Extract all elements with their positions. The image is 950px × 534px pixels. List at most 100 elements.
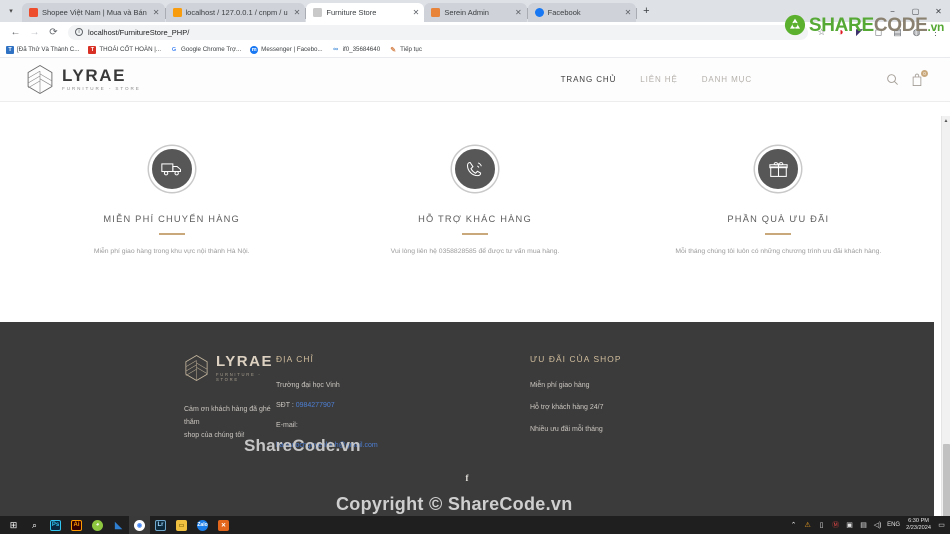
footer-phone-label: SĐT : (276, 402, 296, 409)
orange-app[interactable]: ✕ (213, 516, 234, 534)
bookmark-item[interactable]: ✎ Tiếp tục (389, 46, 422, 54)
feature-title: HỖ TRỢ KHÁC HÀNG (418, 214, 532, 224)
favicon-phpmyadmin (172, 8, 182, 17)
address-bar-url: localhost/FurnitureStore_PHP/ (88, 27, 190, 37)
sidepanel-icon[interactable]: ▤ (889, 24, 906, 41)
footer-email-label: E-mail: (276, 422, 298, 429)
feature-divider (461, 233, 488, 235)
vscode-app[interactable]: ◣ (108, 516, 129, 534)
new-tab-button[interactable]: + (637, 0, 655, 22)
feature-title: PHẦN QUÀ ƯU ĐÃI (727, 214, 830, 224)
browser-tab-phpmyadmin[interactable]: localhost / 127.0.0.1 / cnpm / u ✕ (165, 3, 306, 22)
window-close-button[interactable]: ✕ (927, 0, 950, 22)
battery-icon[interactable]: ▯ (817, 521, 826, 529)
browser-tab-shopee[interactable]: Shopee Việt Nam | Mua và Bán ✕ (22, 3, 165, 22)
tab-title: localhost / 127.0.0.1 / cnpm / u (185, 8, 288, 17)
browser-tab-furniture-store[interactable]: Furniture Store ✕ (306, 3, 425, 22)
feature-title: MIỄN PHÍ CHUYỂN HÀNG (103, 214, 240, 224)
bookmark-item[interactable]: T THOÁI CỐT HOÀN |... (88, 45, 162, 54)
browser-tab-serein-admin[interactable]: Serein Admin ✕ (424, 3, 527, 22)
scrollbar-thumb[interactable] (943, 444, 950, 518)
search-button[interactable]: ⌕ (24, 516, 45, 534)
cart-count-badge: 0 (921, 69, 928, 77)
bookmark-favicon-infinity: ∞ (333, 46, 339, 53)
chrome-app[interactable]: ◉ (129, 516, 150, 534)
network-warning-icon[interactable]: ⚠ (803, 521, 812, 529)
footer-columns: LYRAE FURNITURE - STORE Cảm ơn khách hàn… (26, 354, 908, 462)
tab-close-icon[interactable]: ✕ (153, 8, 160, 17)
lightroom-app[interactable]: Lr (150, 516, 171, 534)
nav-item-danh-muc[interactable]: DANH MỤC (702, 75, 752, 84)
page-viewport: LYRAE FURNITURE - STORE TRANG CHỦ LIÊN H… (0, 58, 950, 518)
site-logo[interactable]: LYRAE FURNITURE - STORE (26, 64, 141, 95)
site-info-icon[interactable]: i (75, 28, 83, 36)
footer-thanks-line-2: shop của chúng tôi! (184, 431, 245, 439)
tab-close-icon[interactable]: ✕ (413, 8, 420, 17)
nav-item-trang-chu[interactable]: TRANG CHỦ (561, 75, 617, 84)
feature-customer-support: HỖ TRỢ KHÁC HÀNG Vui lòng liên hệ 035882… (323, 146, 626, 257)
chrome-menu-icon[interactable]: ⋮ (927, 24, 944, 41)
window-maximize-button[interactable]: ▢ (904, 0, 927, 22)
green-app[interactable]: ◕ (87, 516, 108, 534)
folder-app[interactable]: ▭ (171, 516, 192, 534)
reload-button[interactable]: ⟳ (44, 23, 63, 41)
favicon-serein-admin (431, 8, 441, 17)
tray-language[interactable]: ENG (887, 522, 900, 528)
device-icon[interactable]: ▤ (859, 521, 868, 529)
taskbar-clock[interactable]: 6:30 PM 2/23/2024 (905, 518, 932, 532)
browser-tab-facebook[interactable]: Facebook ✕ (527, 3, 637, 22)
favicon-facebook (534, 8, 544, 17)
page-scrollbar[interactable]: ▲ ▼ (941, 116, 950, 518)
footer-offers-heading: ƯU ĐÃI CỦA SHOP (530, 354, 622, 364)
tab-close-icon[interactable]: ✕ (515, 8, 522, 17)
pocket-extension-icon[interactable]: ◤ (851, 24, 868, 41)
tab-title: Facebook (547, 8, 581, 17)
nav-item-lien-he[interactable]: LIÊN HỆ (640, 75, 677, 84)
scroll-up-arrow-icon[interactable]: ▲ (942, 116, 950, 125)
tab-search-chevron-icon[interactable]: ▾ (0, 0, 22, 22)
bookmark-label: Messenger | Facebo... (261, 46, 323, 53)
features-section: MIỄN PHÍ CHUYỂN HÀNG Miễn phí giao hàng … (0, 102, 950, 258)
feature-divider (158, 233, 185, 235)
search-icon[interactable] (886, 73, 899, 87)
footer-phone-link[interactable]: 0984277907 (296, 402, 335, 409)
taskbar-apps: ⊞ ⌕ Ps Ai ◕ ◣ ◉ Lr ▭ Zalo ✕ (0, 516, 234, 534)
puzzle-extension-icon[interactable]: ◻ (870, 24, 887, 41)
footer-email-link[interactable]: baoquocnguyenkinh@gmail.com (276, 442, 378, 449)
windows-taskbar: ⊞ ⌕ Ps Ai ◕ ◣ ◉ Lr ▭ Zalo ✕ ⌃ ⚠ ▯ Ⓜ ▣ ▤ … (0, 516, 950, 534)
photoshop-app[interactable]: Ps (45, 516, 66, 534)
display-icon[interactable]: ▣ (845, 521, 854, 529)
start-button[interactable]: ⊞ (3, 516, 24, 534)
footer-logo[interactable]: LYRAE FURNITURE - STORE (184, 354, 276, 382)
bookmark-star-icon[interactable]: ☆ (813, 24, 830, 41)
notifications-icon[interactable]: ▭ (937, 521, 946, 529)
facebook-icon[interactable]: f (466, 473, 469, 483)
bookmark-item[interactable]: m Messenger | Facebo... (250, 45, 323, 54)
opera-extension-icon[interactable]: ◑ (832, 24, 849, 41)
tab-close-icon[interactable]: ✕ (294, 8, 301, 17)
favicon-shopee (29, 8, 38, 17)
bookmark-label: THOÁI CỐT HOÀN |... (99, 46, 162, 53)
zalo-app[interactable]: Zalo (192, 516, 213, 534)
bookmark-item[interactable]: T [Đã Thử Và Thành C... (6, 45, 79, 54)
tab-close-icon[interactable]: ✕ (625, 8, 632, 17)
back-button[interactable]: ← (6, 23, 25, 41)
bookmark-item[interactable]: ∞ if0_35684640 (332, 46, 380, 54)
app-icon[interactable]: Ⓜ (831, 520, 840, 530)
feature-description: Miễn phí giao hàng trong khu vực nội thà… (93, 247, 250, 255)
bookmark-item[interactable]: G Google Chrome Trợ... (170, 45, 242, 54)
bookmark-label: Google Chrome Trợ... (181, 46, 242, 53)
footer-offers-column: ƯU ĐÃI CỦA SHOP Miễn phí giao hàng Hỗ tr… (516, 354, 908, 462)
window-controls: − ▢ ✕ (881, 0, 950, 22)
volume-icon[interactable]: ◁) (873, 521, 882, 529)
illustrator-app[interactable]: Ai (66, 516, 87, 534)
address-bar[interactable]: i localhost/FurnitureStore_PHP/ (68, 24, 808, 40)
cart-icon[interactable]: 0 (911, 69, 928, 87)
bookmark-favicon: T (88, 45, 97, 54)
tray-chevron-icon[interactable]: ⌃ (789, 521, 798, 529)
forward-button[interactable]: → (25, 23, 44, 41)
favicon-furniture-store (313, 8, 323, 17)
window-minimize-button[interactable]: − (881, 0, 904, 22)
footer-logo-text: LYRAE FURNITURE - STORE (216, 354, 276, 382)
profile-avatar-icon[interactable]: ◍ (908, 24, 925, 41)
